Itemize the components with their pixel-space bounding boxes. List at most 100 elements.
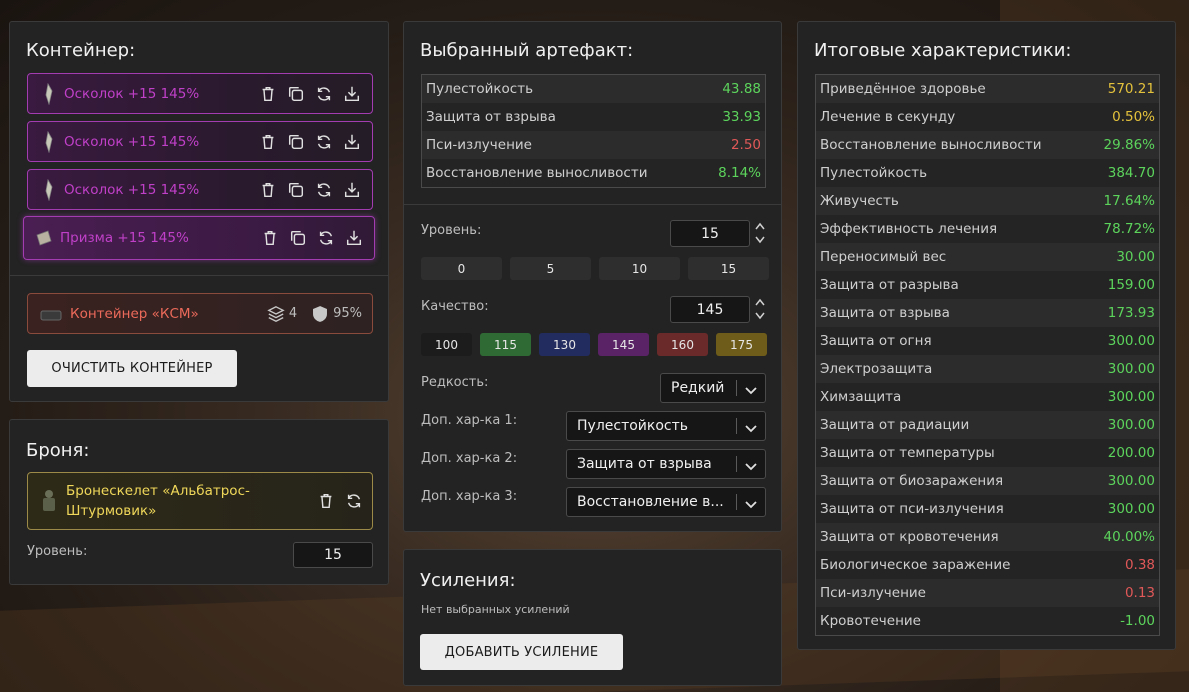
- stat-name: Защита от кровотечения: [820, 529, 999, 545]
- stat-name: Защита от взрыва: [426, 109, 556, 125]
- table-row: Лечение в секунду 0.50%: [816, 103, 1159, 131]
- table-row: Кровотечение -1.00: [816, 607, 1159, 635]
- chevron-down-icon[interactable]: [755, 236, 765, 244]
- shard-icon: [40, 82, 56, 105]
- divider: [10, 275, 388, 276]
- quality-preset-160[interactable]: 160: [657, 333, 708, 356]
- stat-value: -1.00: [1120, 613, 1155, 629]
- trash-icon[interactable]: [258, 132, 278, 152]
- container-title: Контейнер:: [26, 40, 136, 61]
- chevron-up-icon[interactable]: [755, 298, 765, 306]
- extra3-select[interactable]: Восстановление в...: [566, 487, 766, 517]
- quality-preset-130[interactable]: 130: [539, 333, 590, 356]
- copy-icon[interactable]: [286, 180, 306, 200]
- quality-preset-145[interactable]: 145: [598, 333, 649, 356]
- rarity-select[interactable]: Редкий: [660, 373, 766, 403]
- table-row: Восстановление выносливости 8.14%: [422, 159, 765, 187]
- level-input[interactable]: 15: [670, 220, 750, 247]
- quality-preset-175[interactable]: 175: [716, 333, 767, 356]
- armor-level-input[interactable]: 15: [293, 542, 373, 568]
- table-row: Защита от радиации 300.00: [816, 411, 1159, 439]
- stat-name: Пси-излучение: [820, 585, 926, 601]
- container-card[interactable]: Контейнер «КСМ» 4 95%: [27, 293, 373, 334]
- stat-name: Защита от биозаражения: [820, 473, 1004, 489]
- stat-value: 40.00%: [1103, 529, 1155, 545]
- level-preset-10[interactable]: 10: [599, 257, 680, 280]
- refresh-icon[interactable]: [316, 228, 336, 248]
- extra2-select[interactable]: Защита от взрыва: [566, 449, 766, 479]
- container-name: Контейнер «КСМ»: [70, 305, 199, 322]
- container-icon: [40, 307, 62, 321]
- clear-container-button[interactable]: ОЧИСТИТЬ КОНТЕЙНЕР: [27, 350, 237, 387]
- artifact-slot-2[interactable]: Осколок +15 145%: [27, 121, 373, 162]
- layers-icon: [267, 305, 285, 322]
- table-row: Электрозащита 300.00: [816, 355, 1159, 383]
- quality-preset-100[interactable]: 100: [421, 333, 472, 356]
- stat-value: 30.00: [1116, 249, 1155, 265]
- stat-value: 300.00: [1107, 501, 1155, 517]
- table-row: Защита от биозаражения 300.00: [816, 467, 1159, 495]
- table-row: Защита от пси-излучения 300.00: [816, 495, 1159, 523]
- chevron-down-icon: [745, 383, 757, 395]
- artifact-slot-4[interactable]: Призма +15 145%: [23, 216, 375, 260]
- stat-value: 300.00: [1107, 361, 1155, 377]
- download-icon[interactable]: [342, 84, 362, 104]
- download-icon[interactable]: [342, 132, 362, 152]
- level-preset-5[interactable]: 5: [510, 257, 591, 280]
- chevron-down-icon[interactable]: [755, 312, 765, 320]
- trash-icon[interactable]: [258, 180, 278, 200]
- table-row: Живучесть 17.64%: [816, 187, 1159, 215]
- trash-icon[interactable]: [258, 84, 278, 104]
- level-stepper[interactable]: [755, 222, 765, 244]
- table-row: Биологическое заражение 0.38: [816, 551, 1159, 579]
- slot-label: Осколок +15 145%: [64, 133, 200, 150]
- refresh-icon[interactable]: [344, 491, 364, 511]
- quality-stepper[interactable]: [755, 298, 765, 320]
- boosts-title: Усиления:: [420, 570, 516, 591]
- artifact-slot-3[interactable]: Осколок +15 145%: [27, 169, 373, 210]
- level-preset-15[interactable]: 15: [688, 257, 769, 280]
- stat-name: Защита от взрыва: [820, 305, 950, 321]
- refresh-icon[interactable]: [314, 180, 334, 200]
- copy-icon[interactable]: [286, 84, 306, 104]
- table-row: Пулестойкость 384.70: [816, 159, 1159, 187]
- quality-input[interactable]: 145: [670, 296, 750, 323]
- trash-icon[interactable]: [260, 228, 280, 248]
- totals-stats-table: Приведённое здоровье 570.21 Лечение в секу…: [815, 74, 1160, 636]
- stat-value: 300.00: [1107, 473, 1155, 489]
- stat-name: Химзащита: [820, 389, 902, 405]
- stat-value: 43.88: [722, 81, 761, 97]
- stat-name: Приведённое здоровье: [820, 81, 986, 97]
- stat-value: 0.50%: [1112, 109, 1155, 125]
- level-preset-0[interactable]: 0: [421, 257, 502, 280]
- table-row: Защита от огня 300.00: [816, 327, 1159, 355]
- stat-value: 29.86%: [1103, 137, 1155, 153]
- copy-icon[interactable]: [286, 132, 306, 152]
- download-icon[interactable]: [342, 180, 362, 200]
- quality-label: Качество:: [421, 299, 489, 314]
- armor-card[interactable]: Бронескелет «Альбатрос- Штурмовик»: [27, 472, 373, 530]
- extra2-label: Доп. хар-ка 2:: [421, 451, 518, 466]
- stat-value: 300.00: [1107, 389, 1155, 405]
- extra2-value: Защита от взрыва: [577, 456, 712, 472]
- copy-icon[interactable]: [288, 228, 308, 248]
- chevron-down-icon: [745, 459, 757, 471]
- download-icon[interactable]: [344, 228, 364, 248]
- stat-value: 200.00: [1107, 445, 1155, 461]
- refresh-icon[interactable]: [314, 132, 334, 152]
- shield-icon: [313, 305, 328, 322]
- slot-label: Призма +15 145%: [60, 230, 189, 246]
- quality-preset-115[interactable]: 115: [480, 333, 531, 356]
- add-boost-button[interactable]: ДОБАВИТЬ УСИЛЕНИЕ: [420, 634, 623, 670]
- extra3-value: Восстановление в...: [577, 494, 724, 510]
- chevron-up-icon[interactable]: [755, 222, 765, 230]
- shard-icon: [40, 130, 56, 153]
- stat-name: Эффективность лечения: [820, 221, 998, 237]
- trash-icon[interactable]: [316, 491, 336, 511]
- stat-value: 78.72%: [1103, 221, 1155, 237]
- armor-name: Бронескелет «Альбатрос- Штурмовик»: [66, 481, 316, 521]
- refresh-icon[interactable]: [314, 84, 334, 104]
- artifact-slot-1[interactable]: Осколок +15 145%: [27, 73, 373, 114]
- armor-name-line1: Бронескелет «Альбатрос-: [66, 483, 250, 499]
- extra1-select[interactable]: Пулестойкость: [566, 411, 766, 441]
